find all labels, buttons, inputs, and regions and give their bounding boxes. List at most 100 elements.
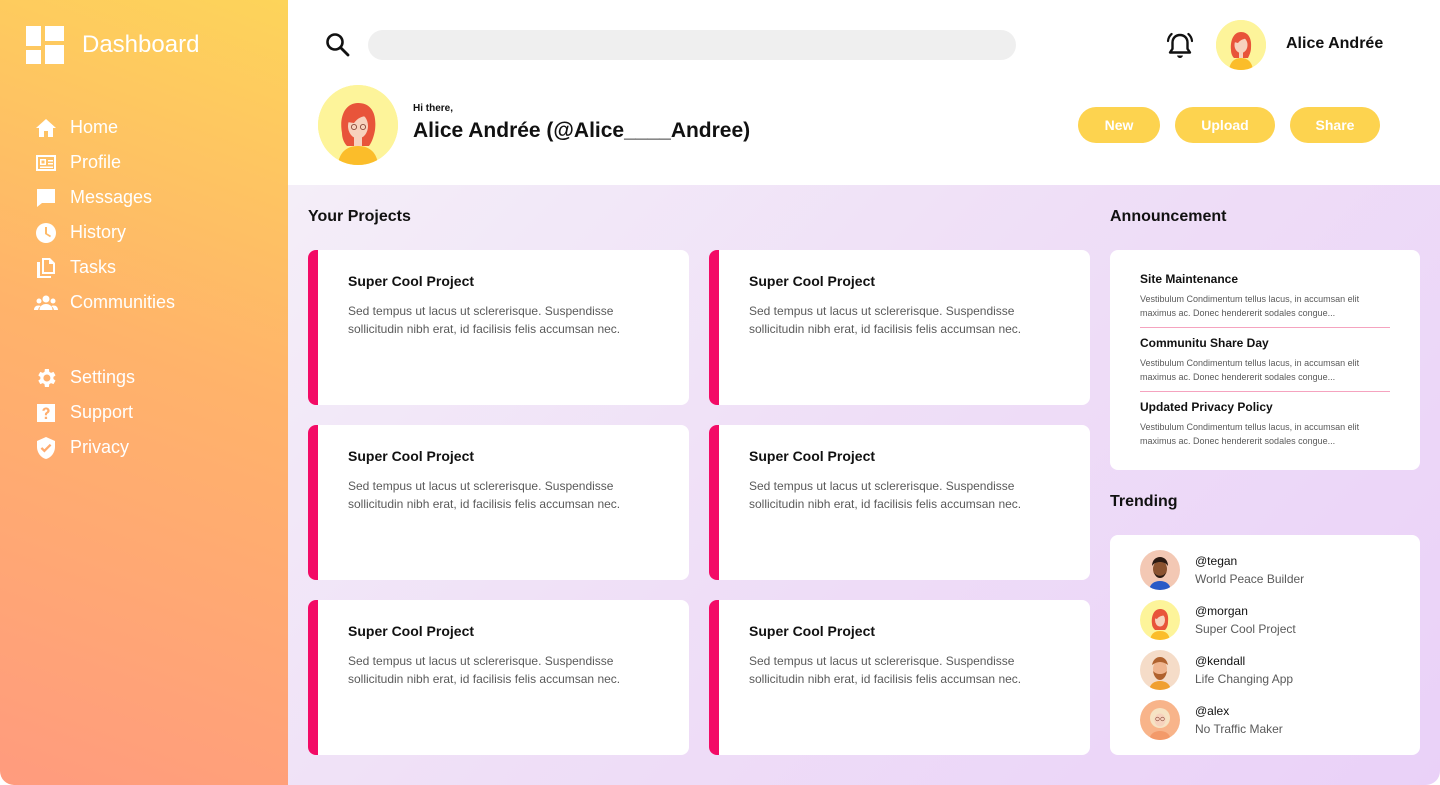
share-button[interactable]: Share <box>1290 107 1380 143</box>
help-icon <box>34 401 58 425</box>
project-card[interactable]: Super Cool Project Sed tempus ut lacus u… <box>709 600 1090 755</box>
greeting: Hi there, <box>413 103 454 114</box>
header-actions: New Upload Share <box>1078 107 1380 143</box>
card-accent-bar <box>308 425 318 580</box>
trending-role: No Traffic Maker <box>1195 722 1283 736</box>
profile-name: Alice Andrée (@Alice____Andree) <box>413 119 751 142</box>
trending-avatar <box>1140 550 1180 590</box>
announcement-item[interactable]: Updated Privacy Policy Vestibulum Condim… <box>1140 400 1390 448</box>
announcement-title: Announcement <box>1110 208 1227 225</box>
project-description: Sed tempus ut lacus ut sclererisque. Sus… <box>749 304 1022 336</box>
search-input[interactable] <box>368 30 1016 60</box>
sidebar-item-history[interactable]: History <box>34 215 175 250</box>
announcement-item-title: Updated Privacy Policy <box>1140 400 1273 414</box>
card-accent-bar <box>709 425 719 580</box>
project-description: Sed tempus ut lacus ut sclererisque. Sus… <box>348 654 621 686</box>
new-button[interactable]: New <box>1078 107 1160 143</box>
project-card[interactable]: Super Cool Project Sed tempus ut lacus u… <box>709 250 1090 405</box>
trending-avatar <box>1140 600 1180 640</box>
announcement-panel: Site Maintenance Vestibulum Condimentum … <box>1110 250 1420 470</box>
project-title: Super Cool Project <box>749 623 876 639</box>
bell-icon[interactable] <box>1164 30 1196 62</box>
projects-grid: Super Cool Project Sed tempus ut lacus u… <box>308 250 1090 755</box>
search-icon[interactable] <box>324 31 352 59</box>
sidebar: Dashboard Home Profile Messages History … <box>0 0 288 785</box>
sidebar-item-privacy[interactable]: Privacy <box>34 430 135 465</box>
trending-item[interactable]: @tegan World Peace Builder <box>1140 550 1304 590</box>
sidebar-item-label: History <box>70 222 127 242</box>
project-title: Super Cool Project <box>348 448 475 464</box>
documents-icon <box>34 256 58 280</box>
trending-text: @tegan World Peace Builder <box>1195 552 1304 588</box>
id-card-icon <box>34 151 58 175</box>
upload-button[interactable]: Upload <box>1175 107 1275 143</box>
project-description: Sed tempus ut lacus ut sclererisque. Sus… <box>749 479 1022 511</box>
project-description: Sed tempus ut lacus ut sclererisque. Sus… <box>348 304 621 336</box>
project-card[interactable]: Super Cool Project Sed tempus ut lacus u… <box>308 600 689 755</box>
project-title: Super Cool Project <box>749 273 876 289</box>
announcement-item[interactable]: Site Maintenance Vestibulum Condimentum … <box>1140 272 1390 320</box>
sidebar-item-label: Settings <box>70 367 136 387</box>
project-description: Sed tempus ut lacus ut sclererisque. Sus… <box>348 479 621 511</box>
gear-icon <box>34 366 58 390</box>
trending-avatar <box>1140 650 1180 690</box>
sidebar-item-communities[interactable]: Communities <box>34 285 175 320</box>
card-accent-bar <box>709 250 719 405</box>
dashboard-logo-icon <box>26 26 64 64</box>
brand-title: Dashboard <box>82 31 200 58</box>
project-title: Super Cool Project <box>749 448 876 464</box>
project-card[interactable]: Super Cool Project Sed tempus ut lacus u… <box>308 250 689 405</box>
sidebar-item-label: Support <box>70 402 134 422</box>
announcement-divider <box>1140 327 1390 328</box>
trending-item[interactable]: @morgan Super Cool Project <box>1140 600 1296 640</box>
user-name[interactable]: Alice Andrée <box>1286 35 1383 53</box>
profile-avatar <box>318 85 398 165</box>
clock-icon <box>34 221 58 245</box>
sidebar-item-home[interactable]: Home <box>34 110 175 145</box>
sidebar-item-support[interactable]: Support <box>34 395 135 430</box>
sidebar-item-label: Home <box>70 117 119 137</box>
trending-title: Trending <box>1110 493 1178 510</box>
trending-role: Life Changing App <box>1195 672 1294 686</box>
card-accent-bar <box>709 600 719 755</box>
trending-role: Super Cool Project <box>1195 622 1296 636</box>
shield-check-icon <box>34 436 58 460</box>
card-accent-bar <box>308 600 318 755</box>
trending-handle: @morgan <box>1195 604 1248 618</box>
announcement-item-title: Site Maintenance <box>1140 272 1239 286</box>
announcement-item-text: Vestibulum Condimentum tellus lacus, in … <box>1140 294 1360 318</box>
message-icon <box>34 186 58 210</box>
project-card[interactable]: Super Cool Project Sed tempus ut lacus u… <box>308 425 689 580</box>
project-title: Super Cool Project <box>348 623 475 639</box>
sidebar-item-label: Communities <box>70 292 176 312</box>
trending-item[interactable]: @kendall Life Changing App <box>1140 650 1293 690</box>
trending-handle: @alex <box>1195 704 1230 718</box>
projects-title: Your Projects <box>308 208 411 225</box>
home-icon <box>34 116 58 140</box>
announcement-divider <box>1140 391 1390 392</box>
sidebar-item-settings[interactable]: Settings <box>34 360 135 395</box>
project-description: Sed tempus ut lacus ut sclererisque. Sus… <box>749 654 1022 686</box>
announcement-item[interactable]: Communitu Share Day Vestibulum Condiment… <box>1140 336 1390 384</box>
announcement-item-text: Vestibulum Condimentum tellus lacus, in … <box>1140 422 1360 446</box>
sidebar-item-tasks[interactable]: Tasks <box>34 250 175 285</box>
main-content: Your Projects Super Cool Project Sed tem… <box>288 185 1440 785</box>
project-title: Super Cool Project <box>348 273 475 289</box>
card-accent-bar <box>308 250 318 405</box>
trending-item[interactable]: @alex No Traffic Maker <box>1140 700 1283 740</box>
project-card[interactable]: Super Cool Project Sed tempus ut lacus u… <box>709 425 1090 580</box>
announcement-item-title: Communitu Share Day <box>1140 336 1269 350</box>
header: Alice Andrée Hi there, Alice Andrée (@Al… <box>288 0 1440 185</box>
trending-text: @morgan Super Cool Project <box>1195 602 1296 638</box>
user-avatar[interactable] <box>1216 20 1266 70</box>
sidebar-item-profile[interactable]: Profile <box>34 145 175 180</box>
trending-role: World Peace Builder <box>1195 572 1305 586</box>
sidebar-item-label: Tasks <box>70 257 117 277</box>
trending-text: @alex No Traffic Maker <box>1195 702 1283 738</box>
sidebar-item-label: Messages <box>70 187 153 207</box>
sidebar-item-label: Profile <box>70 152 122 172</box>
brand[interactable]: Dashboard <box>26 26 199 64</box>
trending-panel: @tegan World Peace Builder @morgan Super… <box>1110 535 1420 755</box>
sidebar-item-messages[interactable]: Messages <box>34 180 175 215</box>
sidebar-item-label: Privacy <box>70 437 130 457</box>
